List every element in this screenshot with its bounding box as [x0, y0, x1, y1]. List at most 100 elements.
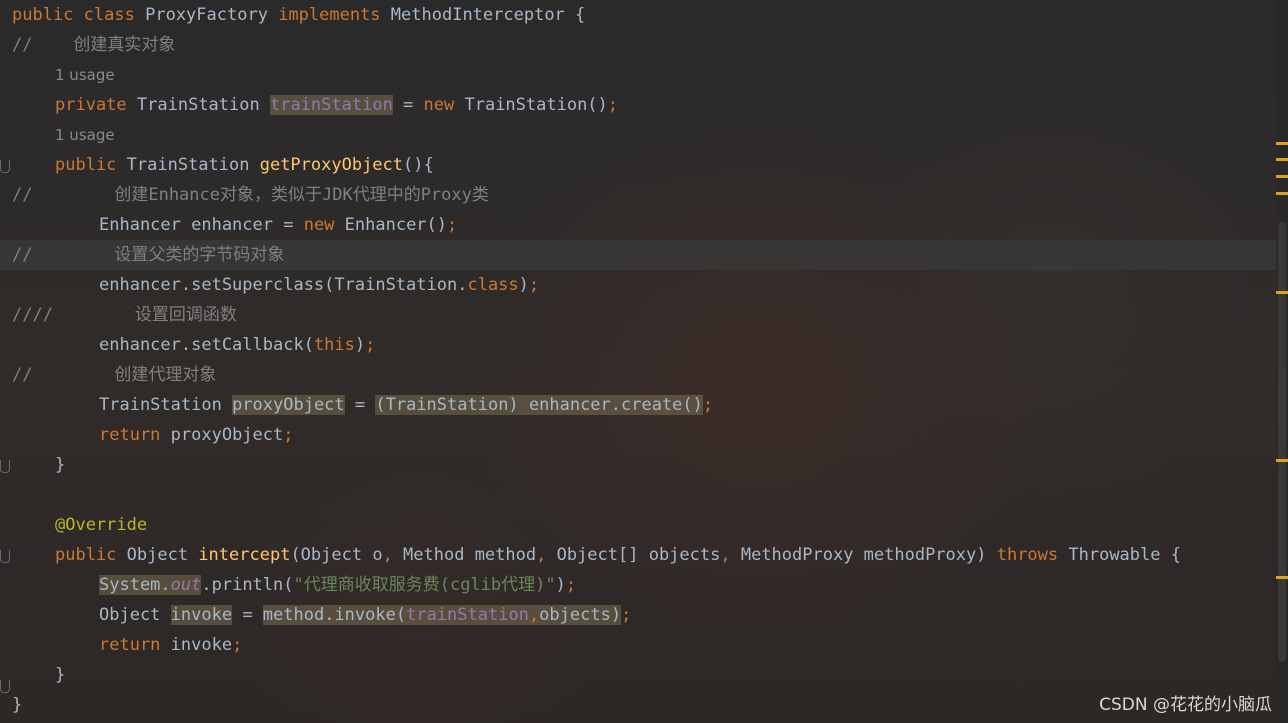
code-line-9: //// 设置回调函数 — [12, 305, 237, 325]
comma: , — [536, 545, 547, 565]
comma: , — [382, 545, 393, 565]
warning-marker[interactable] — [1276, 175, 1288, 178]
code-line-8: enhancer.setSuperclass(TrainStation.clas… — [99, 270, 539, 300]
code-line-18: Object invoke = method.invoke(trainStati… — [99, 600, 631, 630]
keyword: return — [99, 635, 161, 655]
fold-marker-icon[interactable] — [0, 550, 10, 563]
keyword: public — [55, 155, 117, 175]
class-name: ProxyFactory — [145, 5, 268, 25]
return-type: Object — [116, 545, 199, 565]
usage-hint[interactable]: 1 usage — [55, 120, 115, 150]
variable: invoke — [160, 635, 233, 655]
keyword: public — [55, 545, 117, 565]
code-line-15: @Override — [55, 515, 148, 535]
warning-marker[interactable] — [1276, 142, 1288, 145]
semicolon: ; — [283, 425, 294, 445]
semicolon: ; — [565, 575, 577, 595]
return-type: TrainStation — [116, 155, 260, 175]
method-params: (){ — [403, 155, 434, 175]
code-line-14: } — [55, 455, 66, 475]
code-line-3: private TrainStation trainStation = new … — [55, 90, 618, 120]
code-line-4: public TrainStation getProxyObject(){ — [55, 150, 434, 180]
constructor-call: TrainStation() — [454, 95, 608, 115]
semicolon: ; — [365, 335, 376, 355]
fold-marker-icon[interactable] — [0, 460, 10, 473]
field-trainstation[interactable]: trainStation — [269, 95, 393, 115]
type: Object — [99, 605, 171, 625]
keyword: private — [55, 95, 127, 115]
param: MethodProxy methodProxy) — [730, 545, 997, 565]
variable: proxyObject — [160, 425, 284, 445]
code-line-13: return proxyObject; — [99, 420, 294, 450]
keyword: new — [423, 95, 455, 115]
operator: = — [392, 95, 424, 115]
method-name[interactable]: getProxyObject — [260, 155, 403, 175]
keyword: public — [12, 5, 74, 25]
comma: , — [528, 605, 540, 625]
fold-marker-icon[interactable] — [0, 160, 10, 173]
code-line-19: return invoke; — [99, 630, 242, 660]
keyword: new — [303, 215, 335, 235]
constructor-call: Enhancer() — [334, 215, 448, 235]
code-line-21: } — [12, 695, 23, 715]
warning-marker[interactable] — [1276, 158, 1288, 161]
invoke-expression[interactable]: method.invoke(trainStation,objects) — [262, 605, 622, 625]
semicolon: ; — [607, 95, 619, 115]
keyword: implements — [278, 5, 381, 25]
code-line-16: public Object intercept(Object o, Method… — [55, 540, 1181, 570]
method-call: .println( — [201, 575, 294, 595]
usage-hint-text[interactable]: 1 usage — [55, 126, 115, 144]
scrollbar[interactable] — [1276, 0, 1288, 723]
type: TrainStation — [99, 395, 233, 415]
code-line-5: // 创建Enhance对象，类似于JDK代理中的Proxy类 — [12, 185, 489, 205]
code-line-20: } — [55, 665, 66, 685]
method-call: method.invoke( — [262, 605, 407, 625]
code-line-6: Enhancer enhancer = new Enhancer(); — [99, 210, 457, 240]
warning-marker[interactable] — [1276, 192, 1288, 195]
watermark: CSDN @花花的小脑瓜 — [1099, 695, 1272, 715]
code-line-7: // 设置父类的字节码对象 — [12, 245, 285, 265]
paren: ) — [555, 575, 566, 595]
statement: enhancer.setSuperclass(TrainStation. — [99, 275, 468, 295]
code-line-17: System.out.println("代理商收取服务费(cglib代理)"); — [99, 570, 576, 600]
paren: ) — [354, 335, 366, 355]
argument: objects) — [539, 605, 622, 625]
keyword: return — [99, 425, 161, 445]
usage-hint-text[interactable]: 1 usage — [55, 66, 115, 84]
code-line-11: // 创建代理对象 — [12, 365, 217, 385]
warning-marker[interactable] — [1276, 459, 1288, 462]
param: Object[] objects — [546, 545, 721, 565]
method-name[interactable]: intercept — [198, 545, 290, 565]
statement: Enhancer enhancer = — [99, 215, 304, 235]
semicolon: ; — [528, 275, 540, 295]
code-line-1: public class ProxyFactory implements Met… — [12, 0, 585, 30]
code-line-2: // 创建真实对象 — [12, 35, 176, 55]
brace: { — [575, 5, 586, 25]
variable-invoke[interactable]: invoke — [170, 605, 233, 625]
warning-marker[interactable] — [1276, 576, 1288, 579]
interface-name: MethodInterceptor — [390, 5, 565, 25]
system-out: System.out — [99, 575, 202, 595]
class-ref: System. — [99, 575, 171, 595]
fold-marker-icon[interactable] — [0, 680, 10, 693]
keyword: class — [83, 5, 135, 25]
semicolon: ; — [621, 605, 632, 625]
operator: = — [344, 395, 376, 415]
param: Method method — [392, 545, 537, 565]
field-ref: trainStation — [406, 605, 529, 625]
exception-type: Throwable { — [1058, 545, 1181, 565]
code-line-10: enhancer.setCallback(this); — [99, 330, 375, 360]
keyword: this — [313, 335, 355, 355]
paren: ) — [518, 275, 529, 295]
warning-marker[interactable] — [1276, 291, 1288, 294]
usage-hint[interactable]: 1 usage — [55, 60, 115, 90]
semicolon: ; — [702, 395, 714, 415]
cast-expression[interactable]: (TrainStation) enhancer.create() — [375, 395, 703, 415]
statement: enhancer.setCallback( — [99, 335, 314, 355]
static-field: out — [170, 575, 202, 595]
semicolon: ; — [232, 635, 243, 655]
scrollbar-thumb[interactable] — [1278, 222, 1286, 662]
comma: , — [720, 545, 731, 565]
code-editor[interactable]: public class ProxyFactory implements Met… — [0, 0, 1276, 723]
variable-proxyobject[interactable]: proxyObject — [232, 395, 345, 415]
